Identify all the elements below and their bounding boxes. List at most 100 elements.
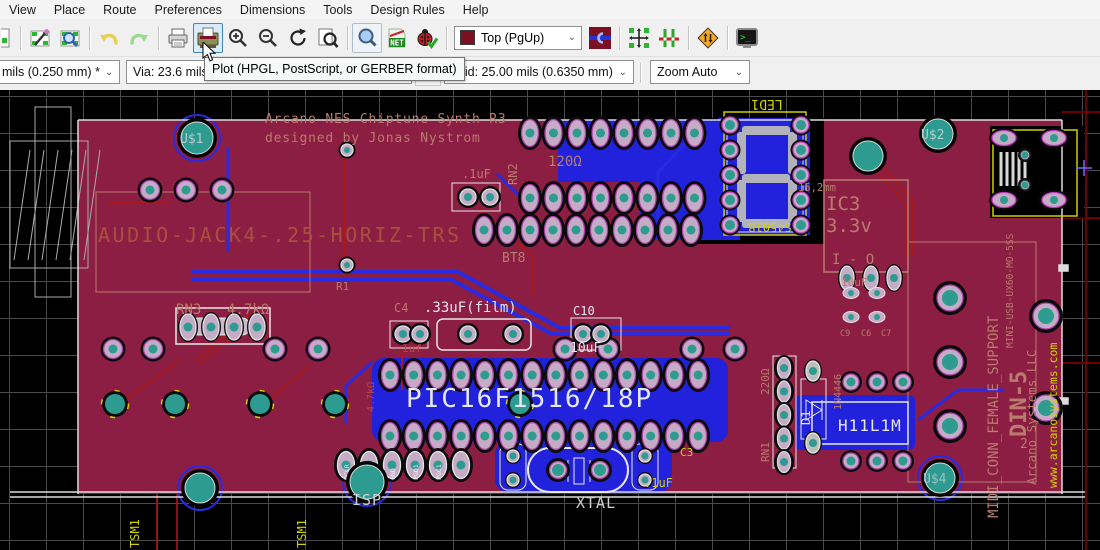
menu-help[interactable]: Help [454, 1, 498, 19]
plot-tooltip: Plot (HPGL, PostScript, or GERBER format… [204, 57, 465, 81]
layer-pair-button[interactable] [585, 23, 615, 53]
refresh-button[interactable] [283, 23, 313, 53]
svg-text:>_: >_ [740, 33, 751, 43]
svg-text:RN2: RN2 [506, 163, 520, 185]
separator [347, 26, 348, 50]
find-icon [355, 26, 379, 50]
svg-text:MINI-USB-UX60-MO-5SS: MINI-USB-UX60-MO-5SS [1005, 233, 1016, 348]
refresh-icon [286, 26, 310, 50]
svg-text:.33uF(film): .33uF(film) [424, 300, 517, 316]
svg-text:designed by Jonas Nystrom: designed by Jonas Nystrom [265, 131, 481, 146]
menu-dimensions[interactable]: Dimensions [231, 1, 314, 19]
scripting-console-button[interactable]: >_ [732, 23, 762, 53]
separator [619, 26, 620, 50]
chevron-down-icon: ⌄ [614, 67, 627, 78]
svg-text:120Ω: 120Ω [548, 154, 582, 170]
pcb-canvas[interactable]: MCLRVCCGNDPGD1PGC1 Arcano NES Chiptune S… [0, 90, 1100, 550]
svg-text:.1uF: .1uF [644, 476, 673, 490]
svg-text:D1: D1 [799, 411, 813, 425]
console-icon: >_ [735, 26, 759, 50]
board-icon[interactable] [0, 23, 16, 53]
chevron-down-icon: ⌄ [730, 67, 743, 78]
interactive-router-button[interactable] [693, 23, 723, 53]
print-button[interactable] [163, 23, 193, 53]
track-width-value: mils (0.250 mm) * [2, 65, 100, 79]
mouse-cursor [202, 42, 218, 64]
svg-text:RN3: RN3 [176, 302, 201, 318]
svg-text:Arcano Systems LLC: Arcano Systems LLC [1024, 350, 1039, 485]
svg-text:1N4446: 1N4446 [833, 374, 844, 410]
svg-text:PGC1: PGC1 [435, 464, 443, 480]
zoom-value: Zoom Auto [657, 65, 717, 79]
svg-text:TSM1: TSM1 [295, 519, 309, 548]
layer-selector[interactable]: Top (PgUp) ⌄ [454, 26, 582, 50]
grid-size-value: Grid: 25.00 mils (0.6350 mm) [451, 65, 613, 79]
footprint-edit-icon [28, 26, 52, 50]
menu-route[interactable]: Route [94, 1, 145, 19]
highway-sign-icon [696, 26, 720, 50]
find-button[interactable] [352, 23, 382, 53]
svg-text:Arcano NES Chiptune Synth R3: Arcano NES Chiptune Synth R3 [265, 112, 507, 127]
footprint-view-button[interactable] [55, 23, 85, 53]
svg-text:ISP: ISP [352, 491, 382, 509]
zoom-out-icon [256, 26, 280, 50]
svg-text:XTAL: XTAL [576, 494, 616, 512]
svg-text:U$2: U$2 [921, 128, 944, 143]
netlist-button[interactable]: NET [382, 23, 412, 53]
footprint-mode-icon [627, 26, 651, 50]
undo-button[interactable] [94, 23, 124, 53]
track-width-dropdown[interactable]: mils (0.250 mm) * ⌄ [0, 60, 120, 84]
redo-button[interactable] [124, 23, 154, 53]
separator [688, 26, 689, 50]
zoom-in-button[interactable] [223, 23, 253, 53]
svg-text:R1: R1 [336, 280, 349, 293]
footprint-mode-button[interactable] [624, 23, 654, 53]
menu-view[interactable]: View [0, 1, 45, 19]
grid-size-dropdown[interactable]: Grid: 25.00 mils (0.6350 mm) ⌄ [444, 60, 634, 84]
drc-bug-icon [415, 26, 439, 50]
svg-text:C9: C9 [840, 329, 850, 339]
footprint-edit-button[interactable] [25, 23, 55, 53]
menu-place[interactable]: Place [45, 1, 94, 19]
svg-text:TSM1: TSM1 [128, 519, 142, 548]
drc-button[interactable] [412, 23, 442, 53]
chevron-down-icon: ⌄ [100, 67, 113, 78]
separator [640, 63, 641, 83]
svg-text:10uF: 10uF [570, 341, 601, 356]
separator [727, 26, 728, 50]
svg-text:C3: C3 [680, 446, 693, 459]
netlist-icon: NET [385, 26, 409, 50]
separator [158, 26, 159, 50]
layer-color-swatch [460, 30, 475, 45]
layer-selector-value: Top (PgUp) [481, 31, 544, 45]
svg-text:4.7kΩ: 4.7kΩ [227, 302, 269, 318]
svg-text:PIC16F1516/18P: PIC16F1516/18P [406, 384, 653, 414]
svg-text:3.3v: 3.3v [826, 215, 872, 237]
zoom-fit-button[interactable] [313, 23, 343, 53]
svg-text:C10: C10 [573, 304, 595, 318]
svg-text:I - O: I - O [832, 252, 874, 268]
ratsnest-mode-icon [657, 26, 681, 50]
svg-text:U$4: U$4 [923, 472, 947, 487]
svg-text:LED1: LED1 [751, 96, 782, 111]
chevron-down-icon: ⌄ [563, 32, 576, 43]
separator [446, 26, 447, 50]
undo-icon [97, 26, 121, 50]
menu-preferences[interactable]: Preferences [146, 1, 231, 19]
svg-text:1uf: 1uf [402, 342, 422, 355]
footprint-view-icon [58, 26, 82, 50]
ratsnest-mode-button[interactable] [654, 23, 684, 53]
zoom-dropdown[interactable]: Zoom Auto ⌄ [650, 60, 750, 84]
svg-text:GND: GND [389, 468, 397, 480]
menu-design-rules[interactable]: Design Rules [361, 1, 453, 19]
app-chrome: View Place Route Preferences Dimensions … [0, 0, 1100, 90]
plot-tooltip-text: Plot (HPGL, PostScript, or GERBER format… [212, 62, 457, 76]
aux-toolbar: mils (0.250 mm) * ⌄ Via: 23.6 mils (0.60… [0, 57, 1100, 91]
zoom-out-button[interactable] [253, 23, 283, 53]
svg-text:4.7kΩ: 4.7kΩ [366, 382, 377, 412]
menu-tools[interactable]: Tools [314, 1, 361, 19]
zoom-fit-icon [316, 26, 340, 50]
board-partial-icon [0, 26, 13, 50]
redo-icon [127, 26, 151, 50]
svg-text:H11L1M: H11L1M [838, 416, 902, 435]
